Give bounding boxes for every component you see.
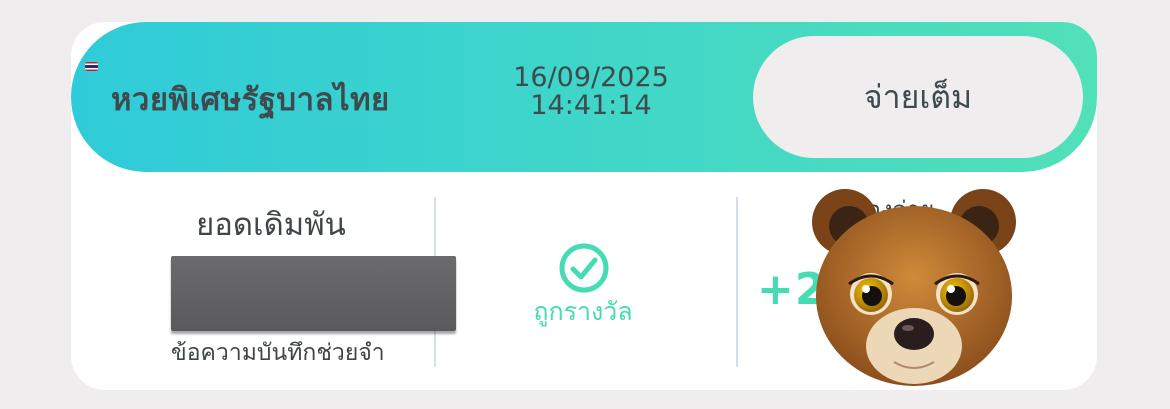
draw-time: 14:41:14 — [530, 90, 652, 121]
draw-date: 16/09/2025 — [513, 62, 669, 93]
draw-datetime: 16/09/2025 14:41:14 — [491, 64, 691, 120]
check-circle-icon — [559, 243, 609, 293]
column-divider — [736, 197, 738, 367]
memo-link[interactable]: ข้อความบันทึกช่วยจำ — [171, 335, 385, 371]
win-status: ถูกรางวัล — [533, 297, 633, 326]
bet-amount-label: ยอดเดิมพัน — [196, 207, 346, 243]
pay-full-button[interactable]: จ่ายเต็ม — [753, 36, 1083, 158]
thai-flag-icon — [85, 62, 98, 71]
redacted-bet-amount — [171, 256, 456, 331]
card-header: หวยพิเศษรัฐบาลไทย 16/09/2025 14:41:14 จ่… — [71, 22, 1097, 172]
bear-avatar — [812, 189, 1016, 386]
lottery-name: หวยพิเศษรัฐบาลไทย — [111, 82, 390, 118]
